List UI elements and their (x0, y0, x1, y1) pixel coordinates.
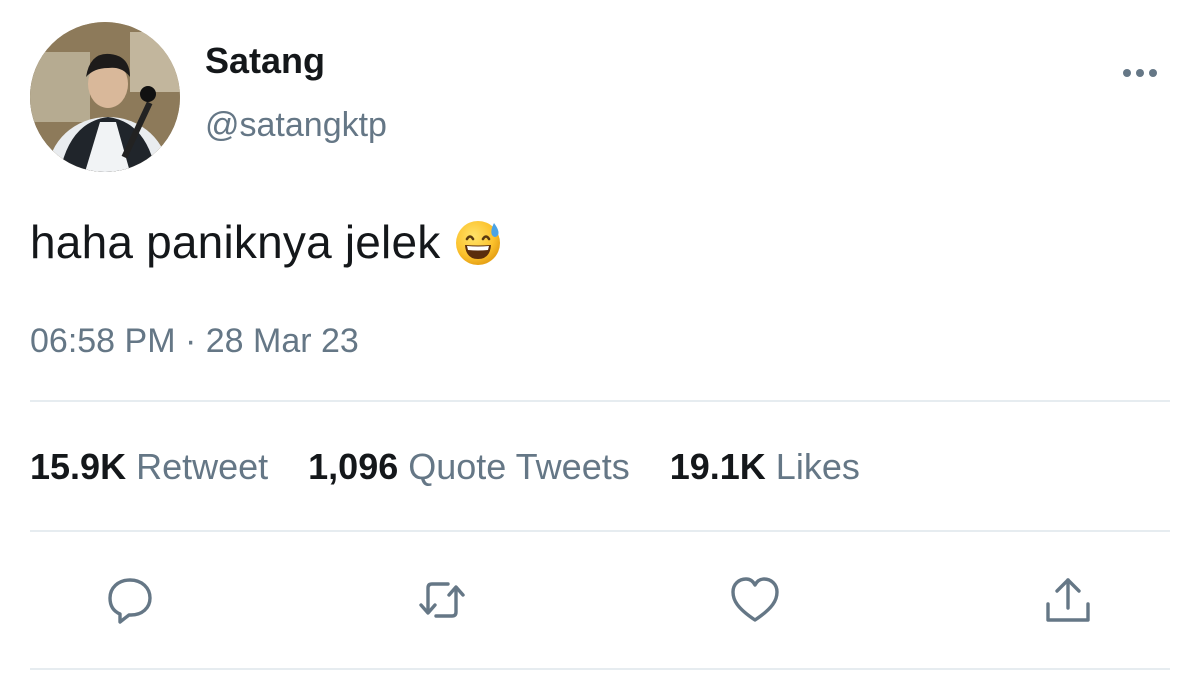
share-button[interactable] (1038, 570, 1098, 630)
tweet-text-content: haha paniknya jelek (30, 216, 441, 268)
tweet-actions (0, 570, 1200, 630)
tweet-stats: 15.9K Retweet 1,096 Quote Tweets 19.1K Like… (30, 446, 860, 488)
dot-icon (1149, 69, 1157, 77)
reply-icon (108, 578, 152, 624)
dot-icon (1123, 69, 1131, 77)
likes-count: 19.1K (669, 446, 766, 487)
quote-tweets-count: 1,096 (308, 446, 399, 487)
retweets-label: Retweet (136, 446, 269, 487)
user-name[interactable]: Satang (205, 40, 325, 82)
avatar[interactable] (30, 22, 180, 172)
tweet-timestamp[interactable]: 06:58 PM · 28 Mar 23 (30, 322, 359, 361)
retweet-button[interactable] (412, 570, 472, 630)
user-handle[interactable]: @satangktp (205, 106, 387, 145)
retweets-count: 15.9K (30, 446, 127, 487)
divider (30, 400, 1170, 402)
avatar-image (30, 22, 180, 172)
tweet-text: haha paniknya jelek (30, 215, 504, 269)
share-icon (1046, 578, 1090, 622)
likes-label: Likes (775, 446, 860, 487)
reply-button[interactable] (100, 570, 160, 630)
dot-icon (1136, 69, 1144, 77)
like-icon (731, 577, 779, 622)
likes-stat[interactable]: 19.1K Likes (670, 446, 860, 488)
grinning-face-with-sweat-icon (456, 221, 501, 265)
like-button[interactable] (725, 570, 785, 630)
quote-tweets-stat[interactable]: 1,096 Quote Tweets (308, 446, 630, 488)
retweets-stat[interactable]: 15.9K Retweet (30, 446, 268, 488)
retweet-icon (419, 582, 465, 618)
tweet-card: Satang @satangktp haha paniknya jelek 06… (0, 0, 1200, 690)
divider (30, 668, 1170, 670)
divider (30, 530, 1170, 532)
more-options-button[interactable] (1112, 56, 1168, 90)
quote-tweets-label: Quote Tweets (408, 446, 630, 487)
